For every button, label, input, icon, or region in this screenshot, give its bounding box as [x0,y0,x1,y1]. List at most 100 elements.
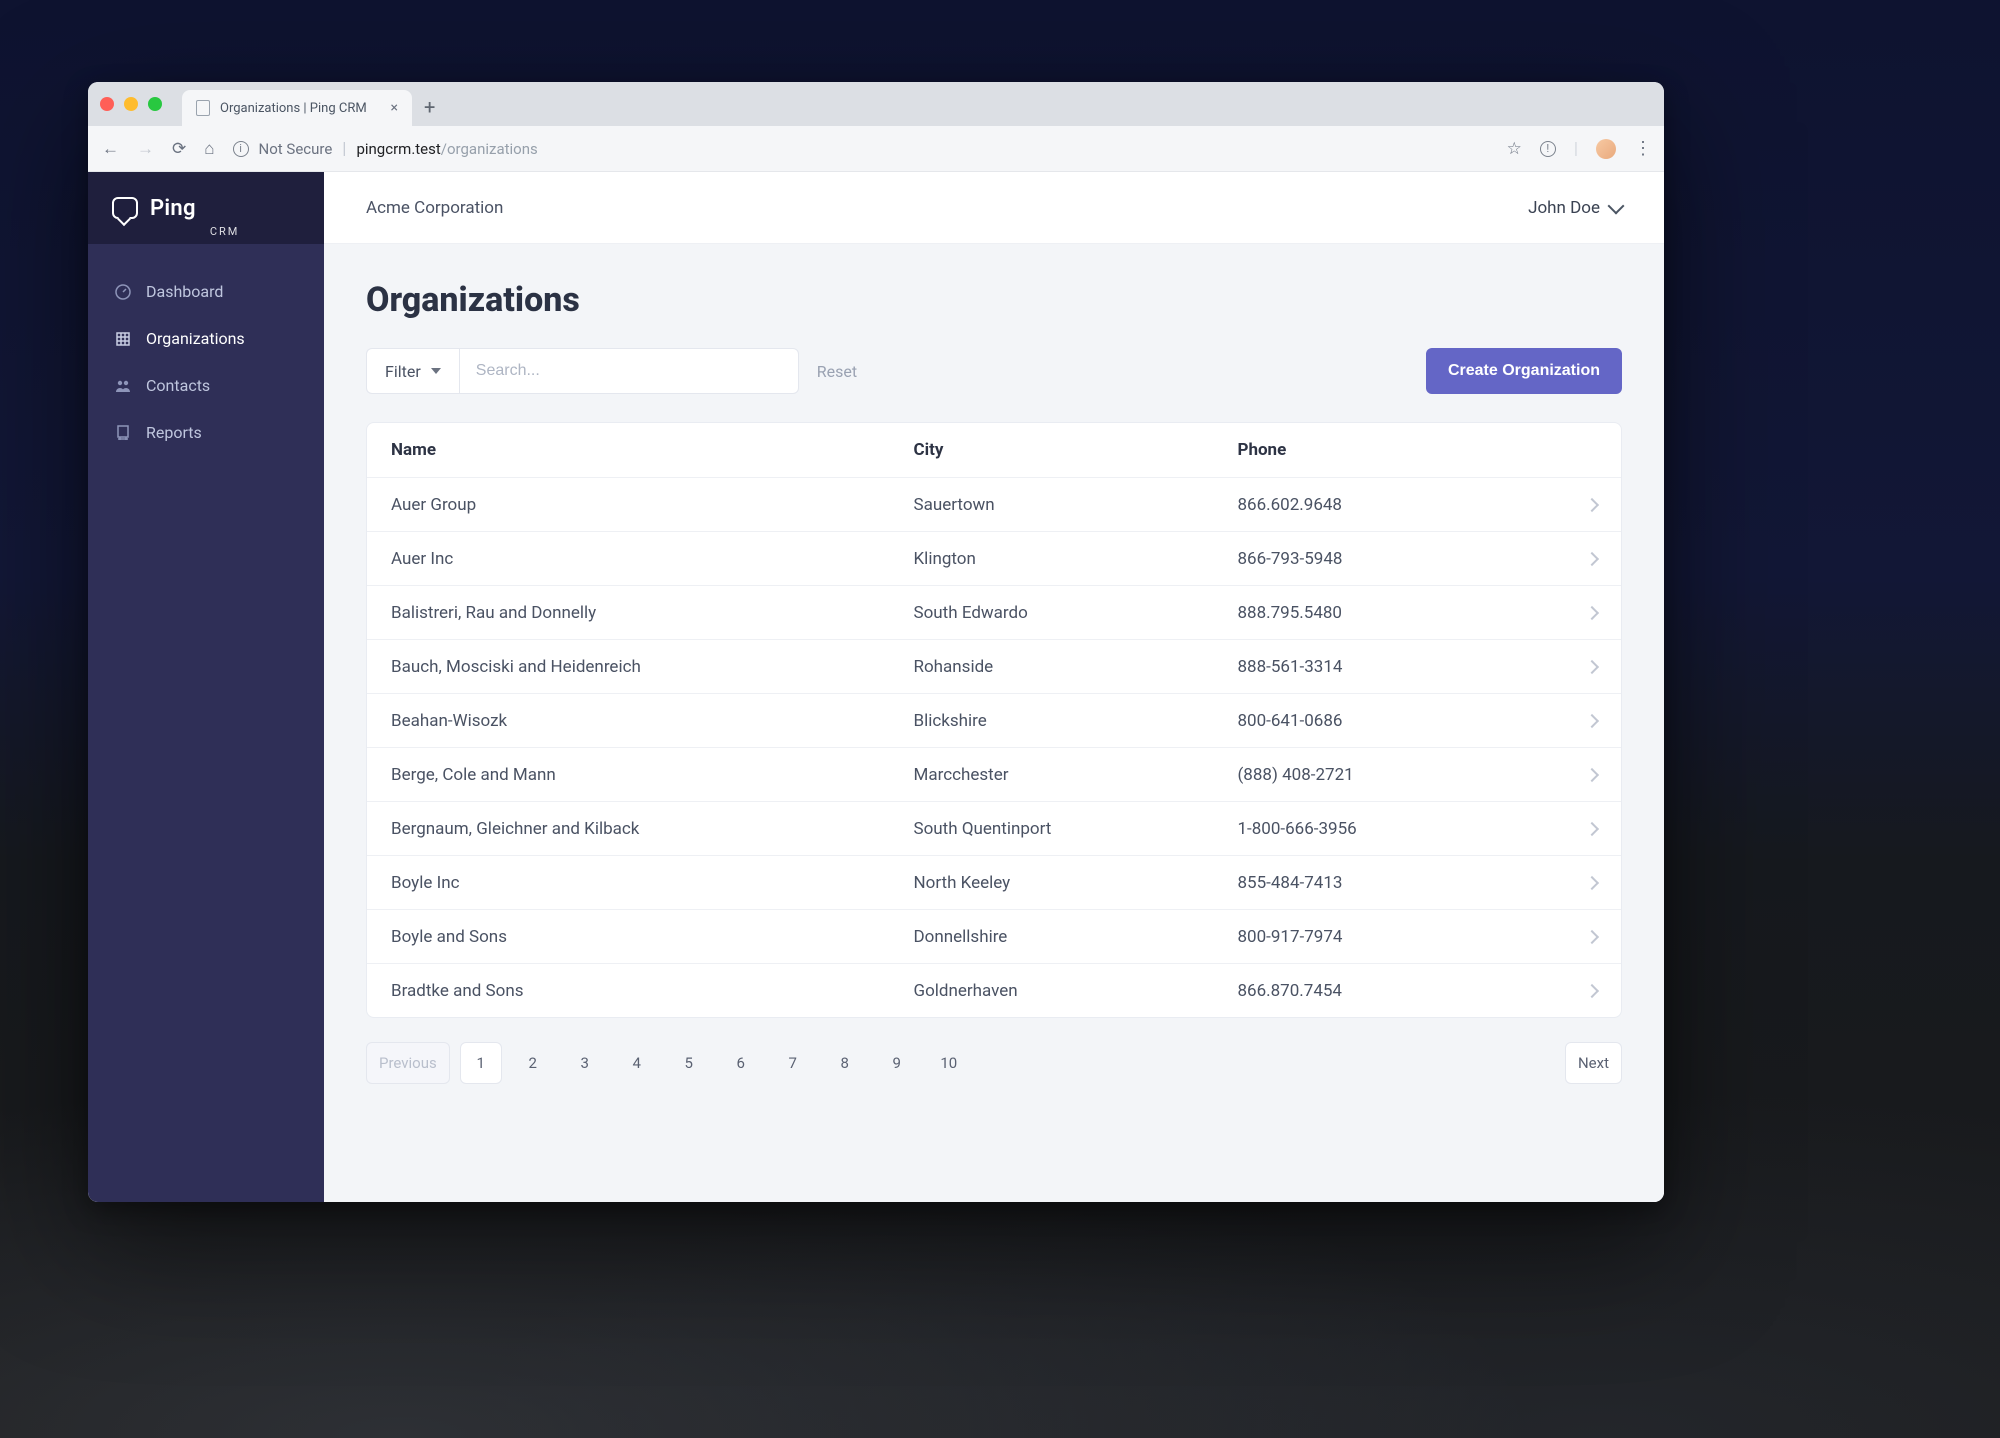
cell-name: Bradtke and Sons [391,981,914,1001]
cell-name: Boyle Inc [391,873,914,893]
nav-forward-button[interactable]: → [137,139,154,159]
site-info-icon[interactable]: i [233,141,249,157]
nav-home-button[interactable]: ⌂ [204,139,214,159]
pagination: Previous12345678910 Next [366,1042,1622,1084]
sidebar: Ping CRM Dashboard Organizations [88,172,324,1202]
window-minimize-button[interactable] [124,97,138,111]
cell-city: Goldnerhaven [914,981,1238,1001]
topbar: Acme Corporation John Doe [324,172,1664,244]
url-path: /organizations [441,140,538,158]
pagination-page[interactable]: 8 [824,1042,866,1084]
brand: Ping CRM [88,172,324,244]
pagination-page[interactable]: 9 [876,1042,918,1084]
chevron-down-icon [1608,197,1625,214]
cell-city: North Keeley [914,873,1238,893]
cell-phone: 800-641-0686 [1237,711,1551,731]
cell-phone: 888-561-3314 [1237,657,1551,677]
nav-reload-button[interactable]: ⟳ [172,139,186,159]
pagination-previous: Previous [366,1042,450,1084]
brand-name: Ping [150,196,196,221]
brand-logo-icon [112,197,138,219]
cell-city: South Quentinport [914,819,1238,839]
pagination-page[interactable]: 7 [772,1042,814,1084]
sidebar-item-organizations[interactable]: Organizations [88,315,324,362]
cell-phone: (888) 408-2721 [1237,765,1551,785]
nav-back-button[interactable]: ← [102,139,119,159]
sidebar-item-dashboard[interactable]: Dashboard [88,268,324,315]
pagination-page[interactable]: 10 [928,1042,970,1084]
content: Organizations Filter Reset Create Organi… [324,244,1664,1132]
filter-button[interactable]: Filter [366,348,459,394]
new-tab-button[interactable]: + [424,95,435,119]
profile-avatar[interactable] [1596,139,1616,159]
reset-link[interactable]: Reset [817,362,857,381]
bookmark-icon[interactable]: ☆ [1507,139,1522,159]
browser-tab[interactable]: Organizations | Ping CRM × [182,90,412,126]
chevron-right-icon [1585,713,1599,727]
url-text: pingcrm.test/organizations [356,140,537,158]
security-label: Not Secure [259,140,333,158]
cell-city: Donnellshire [914,927,1238,947]
window-close-button[interactable] [100,97,114,111]
table-row[interactable]: Boyle and SonsDonnellshire800-917-7974 [367,909,1621,963]
browser-menu-icon[interactable]: ⋮ [1634,138,1650,159]
pagination-page[interactable]: 6 [720,1042,762,1084]
chevron-right-icon [1585,821,1599,835]
url-box[interactable]: i Not Secure | pingcrm.test/organization… [233,139,1489,159]
brand-suffix: CRM [210,225,240,244]
chevron-right-icon [1585,605,1599,619]
cell-name: Auer Group [391,495,914,515]
search-input[interactable] [459,348,799,394]
sidebar-item-reports[interactable]: Reports [88,409,324,456]
table-row[interactable]: Bradtke and SonsGoldnerhaven866.870.7454 [367,963,1621,1017]
table-row[interactable]: Berge, Cole and MannMarcchester(888) 408… [367,747,1621,801]
cell-phone: 866.602.9648 [1237,495,1551,515]
create-organization-button[interactable]: Create Organization [1426,348,1622,394]
cell-name: Boyle and Sons [391,927,914,947]
sidebar-item-label: Dashboard [146,282,223,301]
col-city: City [914,440,1238,460]
chevron-right-icon [1585,929,1599,943]
sidebar-item-contacts[interactable]: Contacts [88,362,324,409]
sidebar-nav: Dashboard Organizations Contacts [88,244,324,480]
window-zoom-button[interactable] [148,97,162,111]
pagination-page[interactable]: 5 [668,1042,710,1084]
account-name: Acme Corporation [366,198,503,218]
cell-name: Beahan-Wisozk [391,711,914,731]
cell-name: Balistreri, Rau and Donnelly [391,603,914,623]
table-row[interactable]: Auer GroupSauertown866.602.9648 [367,477,1621,531]
cell-city: Rohanside [914,657,1238,677]
filter-label: Filter [385,362,421,381]
browser-window: Organizations | Ping CRM × + ← → ⟳ ⌂ i N… [88,82,1664,1202]
table-row[interactable]: Balistreri, Rau and DonnellySouth Edward… [367,585,1621,639]
table-row[interactable]: Bergnaum, Gleichner and KilbackSouth Que… [367,801,1621,855]
cell-name: Auer Inc [391,549,914,569]
chevron-right-icon [1585,875,1599,889]
cell-city: Marcchester [914,765,1238,785]
page-icon [196,100,210,116]
pagination-next[interactable]: Next [1565,1042,1622,1084]
pagination-page[interactable]: 1 [460,1042,502,1084]
pagination-page[interactable]: 2 [512,1042,554,1084]
tab-title: Organizations | Ping CRM [220,101,367,116]
table-row[interactable]: Auer IncKlington866-793-5948 [367,531,1621,585]
browser-address-bar: ← → ⟳ ⌂ i Not Secure | pingcrm.test/orga… [88,126,1664,172]
cell-phone: 855-484-7413 [1237,873,1551,893]
table-row[interactable]: Beahan-WisozkBlickshire800-641-0686 [367,693,1621,747]
tab-close-icon[interactable]: × [391,100,398,116]
pagination-page[interactable]: 3 [564,1042,606,1084]
chevron-right-icon [1585,659,1599,673]
pagination-page[interactable]: 4 [616,1042,658,1084]
caret-down-icon [431,368,441,374]
page-title: Organizations [366,280,1622,320]
user-menu[interactable]: John Doe [1528,198,1622,218]
page-info-icon[interactable]: ! [1540,141,1556,157]
table-row[interactable]: Bauch, Mosciski and HeidenreichRohanside… [367,639,1621,693]
url-host: pingcrm.test [356,140,440,158]
table-header: Name City Phone [367,423,1621,477]
cell-phone: 888.795.5480 [1237,603,1551,623]
cell-phone: 800-917-7974 [1237,927,1551,947]
table-row[interactable]: Boyle IncNorth Keeley855-484-7413 [367,855,1621,909]
dashboard-icon [114,283,132,301]
browser-tabstrip: Organizations | Ping CRM × + [88,82,1664,126]
